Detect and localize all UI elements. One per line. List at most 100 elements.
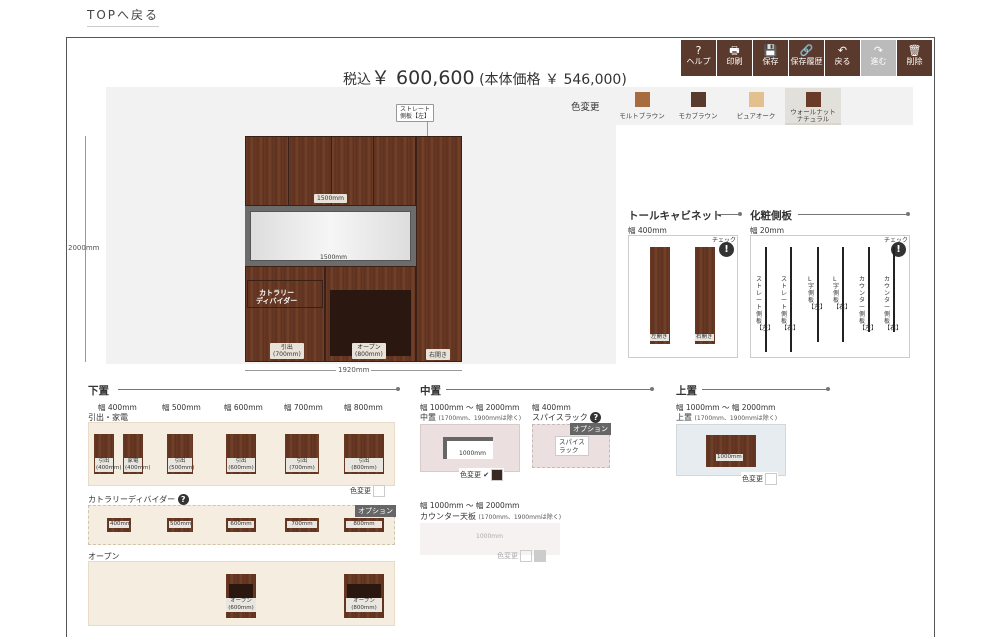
open-600-label: オープン (600mm) bbox=[226, 598, 256, 612]
width-500: 幅 500mm bbox=[162, 403, 201, 412]
upper-color-change[interactable]: 色変更 bbox=[741, 472, 779, 486]
side-panel-option[interactable] bbox=[893, 247, 895, 332]
upper-size: 1000mm bbox=[716, 454, 743, 461]
middle-title-line bbox=[446, 389, 652, 390]
drawer-option-label: 引出 (500mm) bbox=[168, 458, 195, 472]
width-700: 幅 700mm bbox=[284, 403, 323, 412]
cutlery-label: カトラリー ディバイダー bbox=[256, 289, 298, 305]
cutlery-option-label: 800mm bbox=[346, 521, 382, 528]
spice-rack-option[interactable]: スパイス ラック bbox=[555, 436, 589, 456]
delete-button[interactable]: 🗑 削除 bbox=[897, 40, 932, 76]
price-display: 税込￥ 600,600 (本体価格 ￥ 546,000) bbox=[343, 67, 627, 89]
help-icon[interactable]: ? bbox=[177, 494, 189, 505]
upper-label: 上置 (1700mm、1900mmは除く) bbox=[676, 413, 778, 422]
middle-width-label: 1500mm bbox=[320, 254, 347, 261]
chuo-size: 1000mm bbox=[459, 450, 486, 457]
cutlery-option-label: 600mm bbox=[228, 521, 254, 528]
side-title-line bbox=[798, 214, 908, 215]
counter-size: 1000mm bbox=[476, 533, 503, 540]
side-panel-option[interactable] bbox=[765, 247, 767, 352]
side-panel-option-label: L字側板【右】 bbox=[833, 276, 851, 311]
upper-option[interactable] bbox=[706, 435, 756, 467]
redo-icon: ↷ bbox=[873, 44, 884, 57]
tag-connector bbox=[427, 121, 428, 136]
counter-color-change[interactable]: 色変更 bbox=[497, 550, 547, 562]
drawer-color-change[interactable]: 色変更 bbox=[350, 485, 386, 497]
width-label: 1920mm bbox=[336, 366, 372, 374]
side-panel-option[interactable] bbox=[790, 247, 792, 352]
counter-label: カウンター天板 (1700mm、1900mmは除く) bbox=[420, 512, 562, 521]
save-button[interactable]: 💾 保存 bbox=[753, 40, 788, 76]
warning-icon[interactable]: ! bbox=[719, 242, 734, 257]
cutlery-option-label: 400mm bbox=[109, 521, 132, 528]
side-panel-option-label: L字側板【左】 bbox=[808, 276, 826, 311]
undo-icon: ↶ bbox=[837, 44, 848, 57]
side-panel-option[interactable] bbox=[842, 247, 844, 342]
side-panel-option[interactable] bbox=[868, 247, 870, 332]
lower-title: 下置 bbox=[88, 385, 109, 397]
side-panel-title: 化粧側板 bbox=[750, 210, 792, 222]
option-badge: オプション bbox=[355, 505, 396, 517]
side-panel-tag[interactable]: ストレート 側板【左】 bbox=[396, 104, 435, 122]
side-panel-option[interactable] bbox=[817, 247, 819, 342]
option-badge: オプション bbox=[570, 423, 611, 435]
upper-width-label: 1500mm bbox=[314, 194, 347, 203]
spice-label: スパイスラック ? bbox=[532, 412, 602, 423]
color-option-walnut[interactable]: ウォールナット ナチュラル bbox=[785, 88, 841, 125]
tall-right-option[interactable] bbox=[695, 247, 715, 344]
help-icon[interactable]: ? bbox=[590, 412, 602, 423]
color-option-malt[interactable]: モルトブラウン bbox=[616, 92, 668, 120]
middle-title-dot bbox=[650, 387, 654, 391]
swatch-malt bbox=[634, 92, 650, 107]
upper-divider-3 bbox=[373, 136, 374, 206]
tall-cabinet-title: トールキャビネット bbox=[628, 210, 723, 222]
tall-left-label: 左開き bbox=[650, 334, 669, 341]
top-back-link[interactable]: TOPへ戻る bbox=[87, 6, 160, 27]
cutlery-option-label: 700mm bbox=[287, 521, 317, 528]
chuo-color-change[interactable]: 色変更 ✔ bbox=[459, 468, 505, 482]
help-icon: ? bbox=[695, 44, 702, 57]
side-panel-option-label: ストレート側板【左】 bbox=[756, 276, 774, 332]
open-label: オープン (800mm) bbox=[352, 343, 386, 359]
cutlery-section-label: カトラリーディバイダー ? bbox=[88, 494, 189, 505]
tall-title-dot bbox=[738, 212, 742, 216]
drawer-option-label: 引出 (600mm) bbox=[227, 458, 255, 472]
upper-title-line bbox=[702, 389, 828, 390]
side-panel-option-label: カウンター側板【左】 bbox=[859, 276, 877, 332]
drawer-option-label: 引出 (700mm) bbox=[286, 458, 318, 472]
tall-right-label: 右開き bbox=[695, 334, 714, 341]
print-icon: 🖶 bbox=[729, 44, 740, 57]
print-button[interactable]: 🖶 印刷 bbox=[717, 40, 752, 76]
undo-button[interactable]: ↶ 戻る bbox=[825, 40, 860, 76]
color-swatch-dark bbox=[491, 469, 504, 481]
link-icon: 🔗 bbox=[799, 44, 814, 57]
tall-cabinet[interactable] bbox=[416, 136, 462, 362]
width-600: 幅 600mm bbox=[224, 403, 263, 412]
side-title-dot bbox=[906, 212, 910, 216]
middle-title: 中置 bbox=[420, 385, 441, 397]
color-swatch bbox=[373, 485, 386, 497]
check-icon: ✔ bbox=[483, 471, 490, 479]
toolbar: ? ヘルプ 🖶 印刷 💾 保存 🔗 保存履歴 ↶ 戻る ↷ 進む 🗑 削除 bbox=[681, 40, 933, 76]
color-option-mocha[interactable]: モカブラウン bbox=[672, 92, 724, 120]
color-label: 色変更 bbox=[571, 102, 600, 113]
swatch-mocha bbox=[690, 92, 706, 107]
tall-left-option[interactable] bbox=[650, 247, 670, 344]
open-800-label: オープン (800mm) bbox=[346, 598, 382, 612]
height-label: 2000mm bbox=[68, 244, 100, 252]
drawer-option-label: 引出 (800mm) bbox=[345, 458, 383, 472]
tall-title-line bbox=[716, 214, 740, 215]
color-option-oak[interactable]: ピュアオーク bbox=[730, 92, 782, 120]
lower-title-dot bbox=[396, 387, 400, 391]
color-swatch bbox=[765, 473, 778, 485]
help-button[interactable]: ? ヘルプ bbox=[681, 40, 716, 76]
redo-button[interactable]: ↷ 進む bbox=[861, 40, 896, 76]
upper-divider-1 bbox=[288, 136, 289, 206]
counter-range: 幅 1000mm 〜 幅 2000mm bbox=[420, 501, 520, 510]
side-panel-option-label: カウンター側板【右】 bbox=[884, 276, 902, 332]
drawer-label: 引出 (700mm) bbox=[270, 343, 304, 359]
width-800: 幅 800mm bbox=[344, 403, 383, 412]
save-history-button[interactable]: 🔗 保存履歴 bbox=[789, 40, 824, 76]
color-swatch bbox=[520, 550, 533, 562]
upper-title: 上置 bbox=[676, 385, 697, 397]
